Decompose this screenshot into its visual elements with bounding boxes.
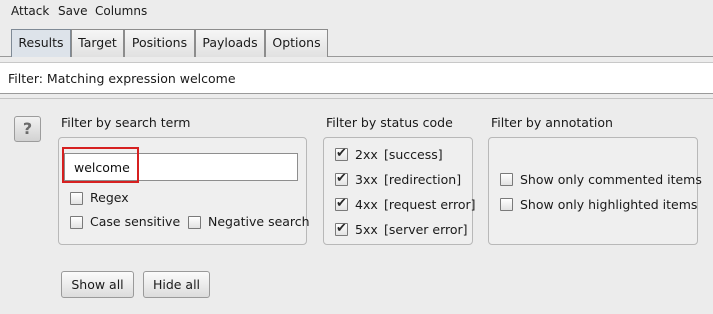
status-3xx-checkbox[interactable]	[335, 171, 348, 186]
status-3xx-code: 3xx	[355, 172, 378, 187]
search-highlight-box	[62, 147, 139, 183]
case-sensitive-checkbox[interactable]	[70, 216, 83, 229]
status-5xx-desc: [server error]	[384, 222, 468, 237]
status-2xx-desc: [success]	[384, 147, 443, 162]
status-3xx-desc: [redirection]	[384, 172, 462, 187]
show-all-button[interactable]: Show all	[61, 271, 134, 298]
regex-checkbox[interactable]	[70, 192, 83, 205]
tab-results[interactable]: Results	[11, 29, 71, 57]
menu-columns[interactable]: Columns	[95, 4, 147, 18]
commented-items-label: Show only commented items	[520, 172, 702, 187]
highlighted-items-label: Show only highlighted items	[520, 197, 698, 212]
status-section-label: Filter by status code	[326, 115, 453, 130]
commented-items-checkbox[interactable]	[500, 173, 513, 186]
menu-save[interactable]: Save	[58, 4, 87, 18]
filter-bar-text: Filter: Matching expression welcome	[8, 71, 236, 86]
menu-attack[interactable]: Attack	[11, 4, 49, 18]
filter-bar[interactable]: Filter: Matching expression welcome	[0, 62, 713, 94]
status-4xx-checkbox[interactable]	[335, 196, 348, 211]
highlighted-items-checkbox[interactable]	[500, 198, 513, 211]
tab-positions[interactable]: Positions	[124, 29, 195, 57]
search-section-label: Filter by search term	[61, 115, 191, 130]
status-4xx-desc: [request error]	[384, 197, 476, 212]
hide-all-button[interactable]: Hide all	[143, 271, 210, 298]
tab-payloads[interactable]: Payloads	[195, 29, 265, 57]
tab-options[interactable]: Options	[265, 29, 328, 57]
status-4xx-code: 4xx	[355, 197, 378, 212]
menu-bar: Attack Save Columns	[0, 0, 713, 24]
status-5xx-checkbox[interactable]	[335, 221, 348, 236]
negative-search-label: Negative search	[208, 214, 310, 229]
negative-search-checkbox[interactable]	[188, 216, 201, 229]
status-2xx-code: 2xx	[355, 147, 378, 162]
help-button[interactable]: ?	[14, 116, 41, 142]
annotation-group	[488, 137, 698, 245]
status-5xx-code: 5xx	[355, 222, 378, 237]
annotation-section-label: Filter by annotation	[491, 115, 613, 130]
case-sensitive-label: Case sensitive	[90, 214, 181, 229]
tab-target[interactable]: Target	[71, 29, 124, 57]
status-2xx-checkbox[interactable]	[335, 146, 348, 161]
regex-label: Regex	[90, 190, 129, 205]
